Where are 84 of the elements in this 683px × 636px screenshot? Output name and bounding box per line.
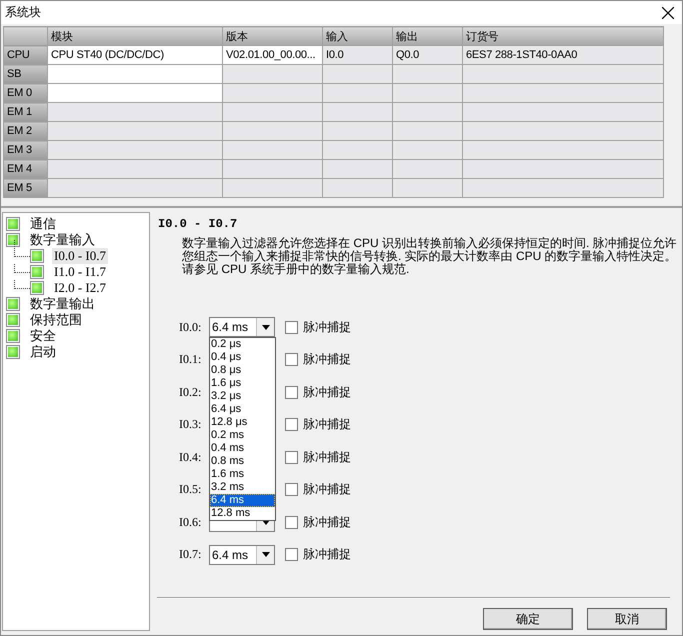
checkbox[interactable] [285,418,298,432]
dropdown-option[interactable]: 0.2 μs [210,338,275,351]
input-label: I0.4: [179,450,202,465]
dropdown-option[interactable]: 12.8 μs [210,416,275,429]
status-icon [30,265,44,279]
checkbox-label: 脉冲捕捉 [303,448,351,466]
section-heading: I0.0 - I0.7 [158,217,238,233]
dropdown-option[interactable]: 0.8 μs [210,364,275,377]
dropdown-option[interactable]: 1.6 ms [210,468,275,481]
table-cell: Q0.0 [392,46,462,64]
tree-item[interactable]: 安全 [28,327,58,345]
input-label: I0.0: [179,320,202,335]
row-header: EM 1 [4,102,48,122]
table-cell: 6ES7 288-1ST40-0AA0 [462,46,664,64]
tree-item[interactable]: 数字量输出 [28,295,97,313]
window-title: 系统块 [5,4,41,21]
column-header: 输入 [322,26,392,46]
tree-item[interactable]: I2.0 - I2.7 [52,280,108,296]
status-icon [30,281,44,295]
dialog-button[interactable]: 确定 [483,608,573,630]
checkbox-label: 脉冲捕捉 [303,514,351,531]
dropdown-option[interactable]: 6.4 ms [210,494,275,507]
checkbox-label: 脉冲捕捉 [303,318,351,336]
dropdown-option[interactable]: 0.4 μs [210,351,275,364]
checkbox[interactable] [285,353,298,366]
filter-dropdown[interactable]: 6.4 ms [209,544,275,565]
checkbox-label: 脉冲捕捉 [303,481,351,498]
row-header: CPU [4,46,48,64]
caret-icon [262,552,270,558]
status-icon [6,313,20,327]
status-icon [30,249,44,263]
tree-item[interactable]: I0.0 - I0.7 [52,248,108,264]
input-label: I0.6: [179,514,202,530]
dropdown-option[interactable]: 0.8 ms [210,455,275,468]
table-cell: CPU ST40 (DC/DC/DC) [48,46,222,64]
row-header: EM 4 [4,160,48,178]
checkbox-label: 脉冲捕捉 [303,416,351,434]
checkbox-label: 脉冲捕捉 [303,351,351,368]
row-header: EM 0 [4,84,48,102]
status-icon [6,297,20,311]
row-header: EM 3 [4,140,48,160]
tree-item[interactable]: 数字量输入 [28,231,97,249]
column-header: 模块 [48,26,222,46]
tree-item[interactable]: 启动 [28,343,58,361]
dropdown-option[interactable]: 1.6 μs [210,377,275,390]
dropdown-option[interactable]: 0.4 ms [210,442,275,455]
table-cell: I0.0 [322,46,392,64]
input-label: I0.7: [179,547,202,562]
dropdown-option[interactable]: 0.2 ms [210,429,275,442]
input-label: I0.2: [179,384,202,400]
column-header: 订货号 [462,26,664,46]
checkbox[interactable] [285,483,298,496]
checkbox-label: 脉冲捕捉 [303,384,351,401]
input-label: I0.1: [179,352,202,368]
dropdown-option[interactable]: 6.4 μs [210,403,275,416]
column-header: 输出 [392,26,462,46]
status-icon [6,345,20,359]
dropdown-option[interactable]: 3.2 μs [210,390,275,403]
checkbox[interactable] [285,548,298,562]
tree-item[interactable]: I1.0 - I1.7 [52,264,108,280]
row-header: SB [4,64,48,84]
caret-icon [262,324,270,330]
status-icon [6,233,20,247]
tree-item[interactable]: 保持范围 [28,311,84,329]
description-text: 数字量输入过滤器允许您选择在 CPU 识别出转换前输入必须保持恒定的时间. 脉冲捕捉位允许 您组态一个输入来捕捉非常快的信号转换. 实际的最大计数率由 CPU 的数字量输入特性决定。 请参见 CPU 系统手册中的数字量输入规范. [182,237,678,276]
row-header: EM 5 [4,178,48,198]
checkbox[interactable] [285,516,298,529]
close-icon[interactable] [662,6,674,18]
checkbox[interactable] [285,450,298,464]
table-cell: V02.01.00_00.00... [222,46,322,64]
dialog-button[interactable]: 取消 [587,608,667,630]
dropdown-option[interactable]: 3.2 ms [210,481,275,494]
dropdown-option[interactable]: 12.8 ms [210,507,275,520]
checkbox[interactable] [285,320,298,334]
status-icon [6,329,20,343]
checkbox[interactable] [285,386,298,399]
tree-item[interactable]: 通信 [28,215,58,233]
status-icon [6,217,20,231]
column-header: 版本 [222,26,322,46]
input-label: I0.3: [179,417,202,432]
row-header: EM 2 [4,122,48,140]
checkbox-label: 脉冲捕捉 [303,546,351,564]
filter-dropdown[interactable]: 6.4 ms [209,317,275,338]
input-label: I0.5: [179,482,202,498]
